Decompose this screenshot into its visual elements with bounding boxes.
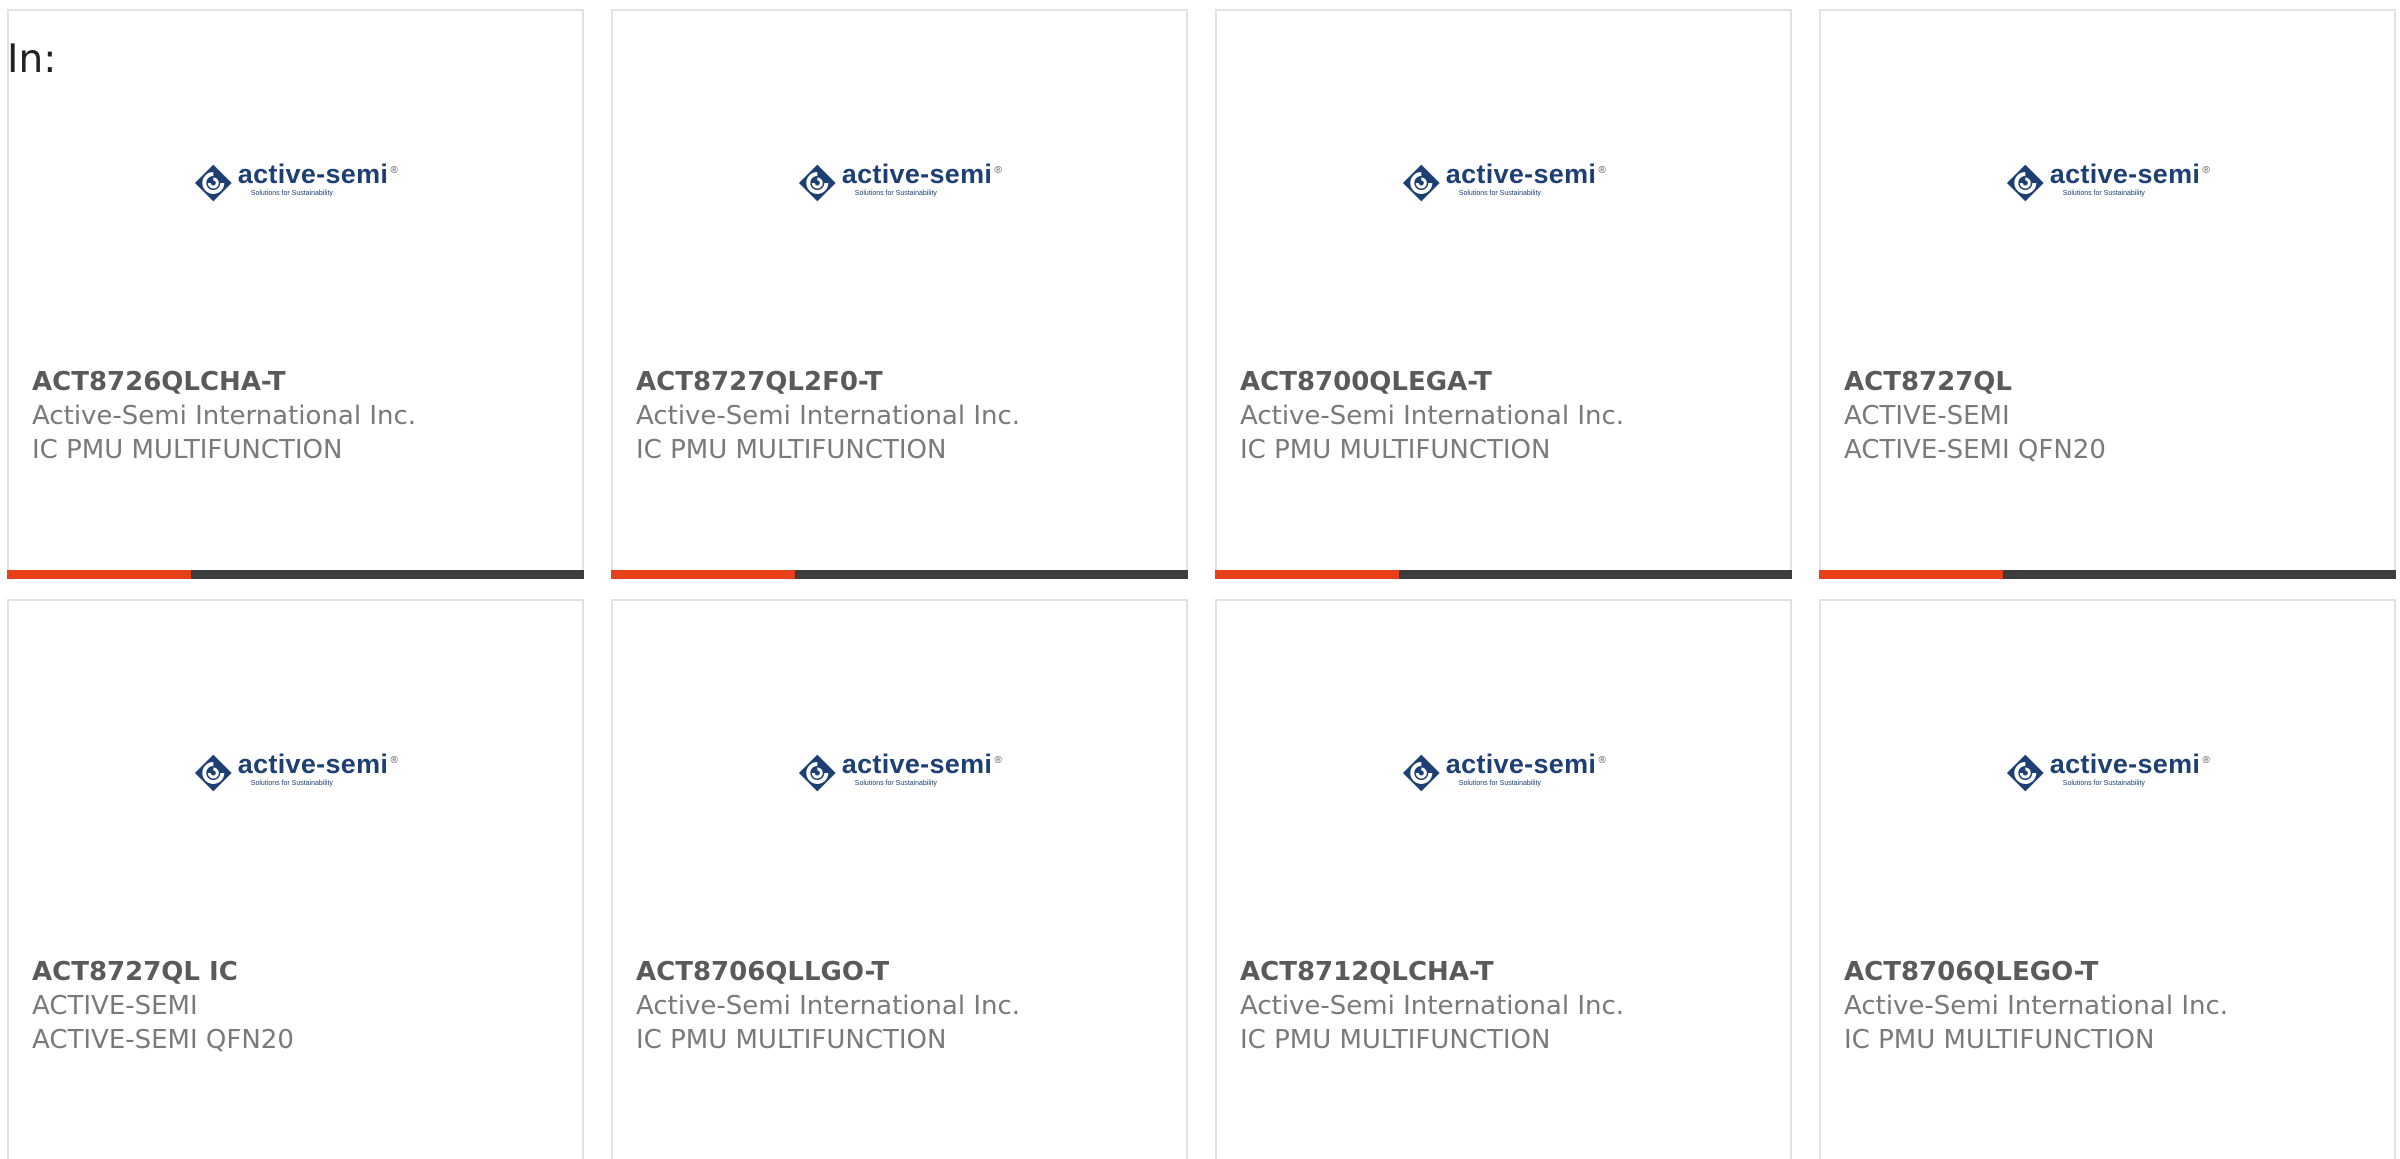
product-description: IC PMU MULTIFUNCTION bbox=[636, 1025, 947, 1055]
product-card[interactable]: active-semi ® Solutions for Sustainabilit… bbox=[1819, 599, 2396, 1159]
product-description: IC PMU MULTIFUNCTION bbox=[32, 435, 343, 465]
logo-wordmark: active-semi ® bbox=[841, 159, 1003, 189]
product-card[interactable]: active-semi ® Solutions for Sustainabilit… bbox=[1215, 599, 1792, 1159]
active-semi-logo-icon bbox=[194, 754, 232, 792]
active-semi-logo-icon bbox=[2006, 164, 2044, 202]
logo-wordmark: active-semi ® bbox=[237, 749, 399, 779]
part-number[interactable]: ACT8726QLCHA-T bbox=[32, 365, 416, 399]
product-description: ACTIVE-SEMI QFN20 bbox=[32, 1025, 294, 1055]
logo-tagline: Solutions for Sustainability bbox=[854, 190, 937, 197]
manufacturer-name: Active-Semi International Inc. bbox=[1240, 991, 1625, 1021]
logo-wordmark: active-semi ® bbox=[2049, 159, 2211, 189]
part-number[interactable]: ACT8712QLCHA-T bbox=[1240, 955, 1624, 989]
logo-tagline: Solutions for Sustainability bbox=[2062, 780, 2145, 787]
manufacturer-logo: active-semi ® Solutions for Sustainabilit… bbox=[797, 159, 1002, 203]
logo-wordmark: active-semi ® bbox=[841, 749, 1003, 779]
active-semi-logo-icon bbox=[2006, 754, 2044, 792]
manufacturer-logo: active-semi ® Solutions for Sustainabilit… bbox=[193, 749, 398, 793]
active-semi-logo-icon bbox=[194, 164, 232, 202]
logo-wordmark: active-semi ® bbox=[237, 159, 399, 189]
card-accent-bar bbox=[7, 570, 191, 579]
active-semi-logo-icon bbox=[798, 754, 836, 792]
card-bottom-bar bbox=[611, 570, 1188, 579]
part-number[interactable]: ACT8727QL IC bbox=[32, 955, 294, 989]
logo-tagline: Solutions for Sustainability bbox=[250, 780, 333, 787]
active-semi-logo-icon bbox=[798, 164, 836, 202]
product-description: ACTIVE-SEMI QFN20 bbox=[1844, 435, 2106, 465]
part-number[interactable]: ACT8706QLEGO-T bbox=[1844, 955, 2228, 989]
manufacturer-name: Active-Semi International Inc. bbox=[1240, 401, 1625, 431]
card-bottom-bar bbox=[1215, 570, 1792, 579]
part-number[interactable]: ACT8706QLLGO-T bbox=[636, 955, 1020, 989]
manufacturer-logo: active-semi ® Solutions for Sustainabilit… bbox=[2005, 159, 2210, 203]
manufacturer-name: Active-Semi International Inc. bbox=[32, 401, 417, 431]
manufacturer-logo: active-semi ® Solutions for Sustainabilit… bbox=[797, 749, 1002, 793]
product-card[interactable]: active-semi ® Solutions for Sustainabilit… bbox=[7, 599, 584, 1159]
part-number[interactable]: ACT8700QLEGA-T bbox=[1240, 365, 1624, 399]
card-bottom-bar bbox=[7, 570, 584, 579]
product-card[interactable]: active-semi ® Solutions for Sustainabilit… bbox=[1215, 9, 1792, 579]
product-card[interactable]: active-semi ® Solutions for Sustainabilit… bbox=[1819, 9, 2396, 579]
active-semi-logo-icon bbox=[1402, 754, 1440, 792]
results-prefix-label: In: bbox=[7, 37, 57, 82]
product-description: IC PMU MULTIFUNCTION bbox=[1240, 1025, 1551, 1055]
manufacturer-name: Active-Semi International Inc. bbox=[636, 991, 1021, 1021]
card-accent-bar bbox=[1215, 570, 1399, 579]
product-card[interactable]: active-semi ® Solutions for Sustainabilit… bbox=[611, 9, 1188, 579]
manufacturer-name: ACTIVE-SEMI bbox=[1844, 401, 2010, 431]
manufacturer-logo: active-semi ® Solutions for Sustainabilit… bbox=[1401, 749, 1606, 793]
card-accent-bar bbox=[611, 570, 795, 579]
logo-tagline: Solutions for Sustainability bbox=[1458, 780, 1541, 787]
product-description: IC PMU MULTIFUNCTION bbox=[636, 435, 947, 465]
logo-wordmark: active-semi ® bbox=[2049, 749, 2211, 779]
logo-wordmark: active-semi ® bbox=[1445, 749, 1607, 779]
product-card[interactable]: active-semi ® Solutions for Sustainabilit… bbox=[7, 9, 584, 579]
manufacturer-name: ACTIVE-SEMI bbox=[32, 991, 198, 1021]
manufacturer-logo: active-semi ® Solutions for Sustainabilit… bbox=[193, 159, 398, 203]
product-description: IC PMU MULTIFUNCTION bbox=[1844, 1025, 2155, 1055]
manufacturer-logo: active-semi ® Solutions for Sustainabilit… bbox=[2005, 749, 2210, 793]
part-number[interactable]: ACT8727QL2F0-T bbox=[636, 365, 1020, 399]
logo-tagline: Solutions for Sustainability bbox=[250, 190, 333, 197]
card-accent-bar bbox=[1819, 570, 2003, 579]
logo-tagline: Solutions for Sustainability bbox=[854, 780, 937, 787]
active-semi-logo-icon bbox=[1402, 164, 1440, 202]
card-bottom-bar bbox=[1819, 570, 2396, 579]
logo-tagline: Solutions for Sustainability bbox=[2062, 190, 2145, 197]
manufacturer-logo: active-semi ® Solutions for Sustainabilit… bbox=[1401, 159, 1606, 203]
part-number[interactable]: ACT8727QL bbox=[1844, 365, 2106, 399]
product-card[interactable]: active-semi ® Solutions for Sustainabilit… bbox=[611, 599, 1188, 1159]
logo-tagline: Solutions for Sustainability bbox=[1458, 190, 1541, 197]
manufacturer-name: Active-Semi International Inc. bbox=[636, 401, 1021, 431]
logo-wordmark: active-semi ® bbox=[1445, 159, 1607, 189]
manufacturer-name: Active-Semi International Inc. bbox=[1844, 991, 2229, 1021]
product-description: IC PMU MULTIFUNCTION bbox=[1240, 435, 1551, 465]
